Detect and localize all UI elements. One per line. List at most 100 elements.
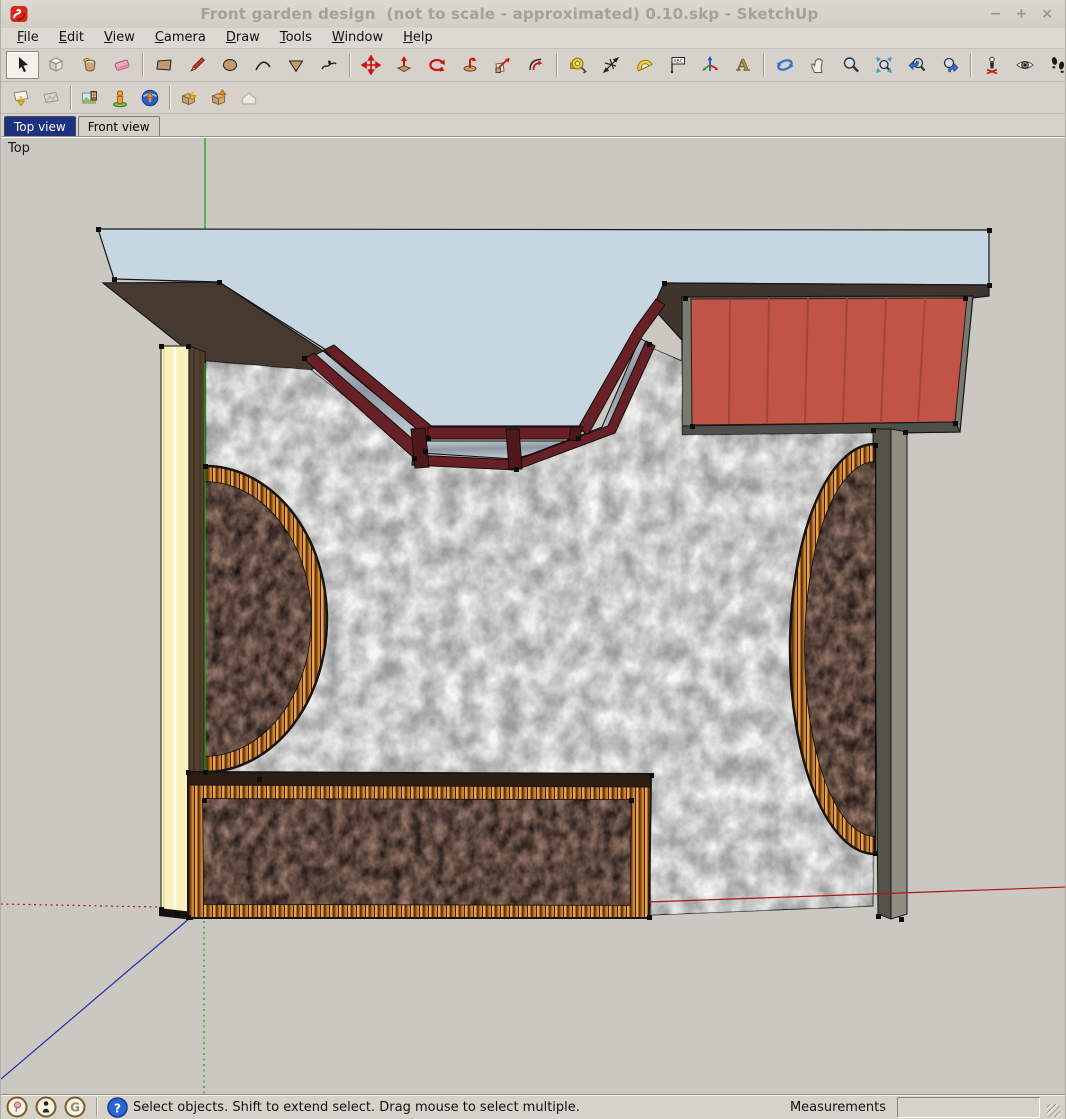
toggle-terrain-icon xyxy=(41,88,61,108)
tape-measure-tool[interactable] xyxy=(561,51,594,79)
pencil-icon xyxy=(187,55,207,75)
sign-in-status-icon[interactable]: G xyxy=(64,1096,86,1118)
walk-tool[interactable] xyxy=(1041,51,1066,79)
help-icon[interactable]: ? xyxy=(107,1097,128,1118)
menu-file[interactable]: File xyxy=(7,29,49,47)
menu-tools[interactable]: Tools xyxy=(270,29,322,47)
look-around-tool[interactable] xyxy=(1008,51,1041,79)
toolbar-separator xyxy=(556,53,557,77)
toolbar-separator xyxy=(169,86,170,110)
move-arrows-icon xyxy=(361,55,381,75)
resize-grip[interactable] xyxy=(1047,1104,1060,1117)
porch-roof[interactable] xyxy=(682,296,973,436)
toolbar-separator xyxy=(70,86,71,110)
orbit-icon xyxy=(775,55,795,75)
move-tool[interactable] xyxy=(354,51,387,79)
menu-camera[interactable]: Camera xyxy=(145,29,216,47)
share-model-tool[interactable] xyxy=(204,84,234,112)
polygon-icon xyxy=(286,55,306,75)
position-camera-icon xyxy=(982,55,1002,75)
follow-me-tool[interactable] xyxy=(453,51,486,79)
paint-bucket-tool[interactable] xyxy=(72,51,105,79)
menu-edit[interactable]: Edit xyxy=(49,29,94,47)
axes-icon xyxy=(700,55,720,75)
menu-draw[interactable]: Draw xyxy=(216,29,270,47)
rectangle-tool[interactable] xyxy=(147,51,180,79)
right-wall[interactable] xyxy=(873,429,907,919)
get-current-view-tool[interactable] xyxy=(6,84,36,112)
minimize-button[interactable]: − xyxy=(990,7,1002,21)
measurements-label: Measurements xyxy=(790,1100,892,1115)
tab-top-view[interactable]: Top view xyxy=(4,116,76,136)
offset-tool[interactable] xyxy=(519,51,552,79)
zoom-icon xyxy=(841,55,861,75)
footprints-icon xyxy=(1048,55,1066,75)
model-viewport[interactable]: Top xyxy=(1,137,1065,1094)
position-camera-tool[interactable] xyxy=(975,51,1008,79)
toggle-terrain-tool[interactable] xyxy=(36,84,66,112)
warehouse-box-download-icon xyxy=(179,88,199,108)
circle-tool[interactable] xyxy=(213,51,246,79)
share-component-tool[interactable] xyxy=(234,84,264,112)
zoom-next-icon xyxy=(940,55,960,75)
scale-tool[interactable] xyxy=(486,51,519,79)
geolocation-status-icon[interactable] xyxy=(6,1096,28,1118)
bottom-flower-bed[interactable] xyxy=(188,772,651,918)
maximize-button[interactable]: + xyxy=(1016,7,1028,21)
line-tool[interactable] xyxy=(180,51,213,79)
preview-in-google-earth-tool[interactable] xyxy=(135,84,165,112)
menu-help[interactable]: Help xyxy=(393,29,443,47)
protractor-icon xyxy=(634,55,654,75)
tab-front-view-label: Front view xyxy=(88,120,150,134)
push-pull-tool[interactable] xyxy=(387,51,420,79)
garden-plan-scene xyxy=(1,138,1065,1094)
main-toolbar: ABC A xyxy=(1,49,1065,82)
eraser-icon xyxy=(112,55,132,75)
polygon-tool[interactable] xyxy=(279,51,312,79)
title-bar: Front garden design (not to scale - appr… xyxy=(1,0,1065,28)
make-component-tool[interactable] xyxy=(39,51,72,79)
axes-tool[interactable] xyxy=(693,51,726,79)
eraser-tool[interactable] xyxy=(105,51,138,79)
get-models-tool[interactable] xyxy=(174,84,204,112)
zoom-previous-tool[interactable] xyxy=(900,51,933,79)
google-earth-icon xyxy=(140,88,160,108)
zoom-tool[interactable] xyxy=(834,51,867,79)
3d-text-tool[interactable]: A xyxy=(726,51,759,79)
credits-status-icon[interactable] xyxy=(35,1096,57,1118)
zoom-next-tool[interactable] xyxy=(933,51,966,79)
toolbar-separator xyxy=(142,53,143,77)
push-pull-icon xyxy=(394,55,414,75)
paint-bucket-icon xyxy=(79,55,99,75)
component-cube-icon xyxy=(46,55,66,75)
photo-textures-tool[interactable] xyxy=(75,84,105,112)
arc-icon xyxy=(253,55,273,75)
tab-top-view-label: Top view xyxy=(14,120,66,134)
select-arrow-icon xyxy=(13,55,33,75)
menu-bar: File Edit View Camera Draw Tools Window … xyxy=(1,28,1065,49)
menu-view[interactable]: View xyxy=(94,29,145,47)
measurements-input[interactable] xyxy=(897,1097,1040,1118)
arc-tool[interactable] xyxy=(246,51,279,79)
menu-window[interactable]: Window xyxy=(322,29,393,47)
orbit-tool[interactable] xyxy=(768,51,801,79)
dimension-tool[interactable] xyxy=(594,51,627,79)
select-tool[interactable] xyxy=(6,51,39,79)
svg-text:ABC: ABC xyxy=(673,59,682,65)
tab-front-view[interactable]: Front view xyxy=(78,116,160,136)
pan-hand-icon xyxy=(808,55,828,75)
text-tool[interactable]: ABC xyxy=(660,51,693,79)
zoom-previous-icon xyxy=(907,55,927,75)
get-models-person-tool[interactable] xyxy=(105,84,135,112)
close-button[interactable]: × xyxy=(1041,7,1053,21)
window-title: Front garden design (not to scale - appr… xyxy=(29,5,990,23)
zoom-extents-tool[interactable] xyxy=(867,51,900,79)
status-separator xyxy=(96,1097,97,1117)
protractor-tool[interactable] xyxy=(627,51,660,79)
toolbar-separator xyxy=(349,53,350,77)
orange-person-icon xyxy=(110,88,130,108)
freehand-tool[interactable] xyxy=(312,51,345,79)
pan-tool[interactable] xyxy=(801,51,834,79)
rotate-tool[interactable] xyxy=(420,51,453,79)
house-outline-icon xyxy=(239,88,259,108)
